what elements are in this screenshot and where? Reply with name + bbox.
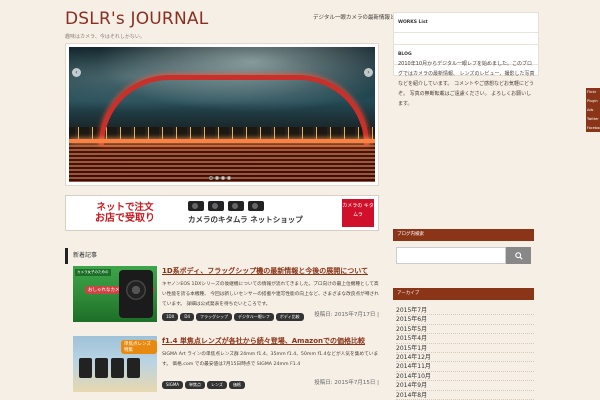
slide-bridge-arch — [99, 75, 369, 145]
thumbnail-tag: カメラ女子のための — [75, 269, 111, 276]
camera-icon — [119, 270, 153, 318]
post-tags: 1DX D4 フラッグシップ デジタル一眼レフ ボディ比較 — [162, 313, 304, 321]
archive-link[interactable]: 2015年5月 — [396, 325, 534, 335]
archive-link[interactable]: 2015年1月 — [396, 344, 534, 353]
slider-dot[interactable] — [215, 176, 219, 180]
search-input[interactable] — [396, 247, 506, 264]
archive-link[interactable]: 2014年11月 — [396, 362, 534, 372]
lens-icon — [79, 358, 92, 378]
archive-link[interactable]: 2015年6月 — [396, 315, 534, 325]
banner-shop-name: カメラのキタムラ ネットショップ — [188, 215, 303, 224]
post-excerpt: キヤノンEOS 1DXシリーズの後継機についての情報が流れてきました。プロ向けの… — [162, 282, 379, 307]
thumbnail-lenses — [79, 358, 140, 378]
menu-item-works[interactable]: WORKS List — [394, 13, 538, 33]
banner-products: カメラのキタムラ ネットショップ — [184, 196, 334, 230]
camera-icon — [208, 201, 224, 211]
lens-icon — [127, 358, 140, 378]
post-excerpt: SIGMA Art ラインの単焦点レンズ群 24mm f1.4、35mm f1.… — [162, 352, 379, 367]
lens-icon — [95, 358, 108, 378]
tag-link[interactable]: 単焦点 — [185, 381, 206, 389]
archive-list: 2015年7月 2015年6月 2015年5月 2015年4月 2015年1月 … — [396, 306, 534, 400]
side-tab-item[interactable]: Plugin — [586, 97, 600, 106]
camcorder-icon — [228, 201, 244, 211]
archive-link[interactable]: 2014年10月 — [396, 372, 534, 382]
banner-line1: ネットで注文 — [96, 201, 154, 213]
archive-link[interactable]: 2014年8月 — [396, 391, 534, 400]
banner-brand-logo: カメラの キタムラ — [342, 199, 374, 227]
thumbnail-label: 単焦点レンズ特集 — [121, 340, 157, 354]
slider-prev-icon[interactable]: ‹ — [72, 68, 81, 77]
tag-link[interactable]: デジタル一眼レフ — [234, 313, 274, 321]
site-tagline: 趣味はカメラ、今はそれしかない。 — [65, 34, 145, 40]
post-meta: 投稿日: 2015年7月15日 | — [314, 380, 379, 386]
tag-link[interactable]: 価格 — [228, 381, 245, 389]
slide-image-bridge-night[interactable] — [69, 47, 375, 182]
slider-pagination — [209, 176, 231, 180]
menu-divider — [394, 33, 538, 45]
search-icon — [514, 251, 523, 260]
slider-next-icon[interactable]: › — [364, 68, 373, 77]
side-tab-item[interactable]: Ads — [586, 106, 600, 115]
archive-link[interactable]: 2014年12月 — [396, 353, 534, 363]
search-form — [396, 247, 531, 264]
lens-icon — [111, 358, 124, 378]
tag-link[interactable]: フラッグシップ — [196, 313, 232, 321]
shop-banner[interactable]: ネットで注文 お店で受取り カメラのキタムラ ネットショップ カメラの キタムラ — [65, 195, 379, 231]
banner-headline: ネットで注文 お店で受取り — [66, 196, 184, 230]
search-widget-title: ブログ内検索 — [393, 229, 534, 241]
side-tab-item[interactable]: Flickr — [586, 88, 600, 97]
archive-link[interactable]: 2015年4月 — [396, 334, 534, 344]
slide-bridge-deck — [69, 139, 375, 143]
tag-link[interactable]: レンズ — [207, 381, 227, 389]
side-floating-tab[interactable]: Flickr Plugin Ads Twitter Facebook — [586, 88, 600, 132]
slider-dot[interactable] — [221, 176, 225, 180]
post-thumbnail[interactable]: 単焦点レンズ特集 — [73, 336, 157, 392]
archive-link[interactable]: 2014年9月 — [396, 381, 534, 391]
banner-line2: お店で受取り — [95, 212, 155, 224]
post-title-link[interactable]: f1.4 単焦点レンズが各社から続々登場、Amazonでの価格比較 — [162, 336, 365, 346]
slider-dot[interactable] — [227, 176, 231, 180]
search-button[interactable] — [506, 247, 531, 264]
image-slider[interactable] — [65, 43, 379, 186]
post-meta: 投稿日: 2015年7月17日 | — [314, 312, 379, 318]
post-thumbnail[interactable]: カメラ女子のための おしゃれなカメラバッグを探す — [73, 266, 157, 322]
banner-camera-icons — [188, 201, 264, 211]
tag-link[interactable]: D4 — [180, 313, 194, 321]
camera-icon — [188, 201, 204, 211]
section-title-new-posts: 新着記事 — [65, 248, 379, 264]
post-tags: SIGMA 単焦点 レンズ 価格 — [162, 381, 245, 389]
camcorder-icon — [248, 201, 264, 211]
tag-link[interactable]: ボディ比較 — [275, 313, 304, 321]
tag-link[interactable]: 1DX — [162, 313, 179, 321]
side-tab-item[interactable]: Facebook — [586, 124, 600, 133]
side-tab-item[interactable]: Twitter — [586, 115, 600, 124]
site-logo[interactable]: DSLR's JOURNAL — [65, 9, 208, 29]
archive-link[interactable]: 2015年7月 — [396, 306, 534, 316]
archive-widget-title: アーカイブ — [393, 288, 534, 300]
tag-link[interactable]: SIGMA — [162, 381, 184, 389]
post-title-link[interactable]: 1D系ボディ、フラッグシップ機の最新情報と今後の展開について — [162, 266, 368, 276]
post-item: カメラ女子のための おしゃれなカメラバッグを探す 1D系ボディ、フラッグシップ機… — [73, 266, 379, 328]
slider-dot[interactable] — [209, 176, 213, 180]
post-item: 単焦点レンズ特集 f1.4 単焦点レンズが各社から続々登場、Amazonでの価格… — [73, 336, 379, 400]
about-text: 2010年10月からデジタル一眼レフを始めました。このブログではカメラの最新情報… — [398, 61, 535, 107]
